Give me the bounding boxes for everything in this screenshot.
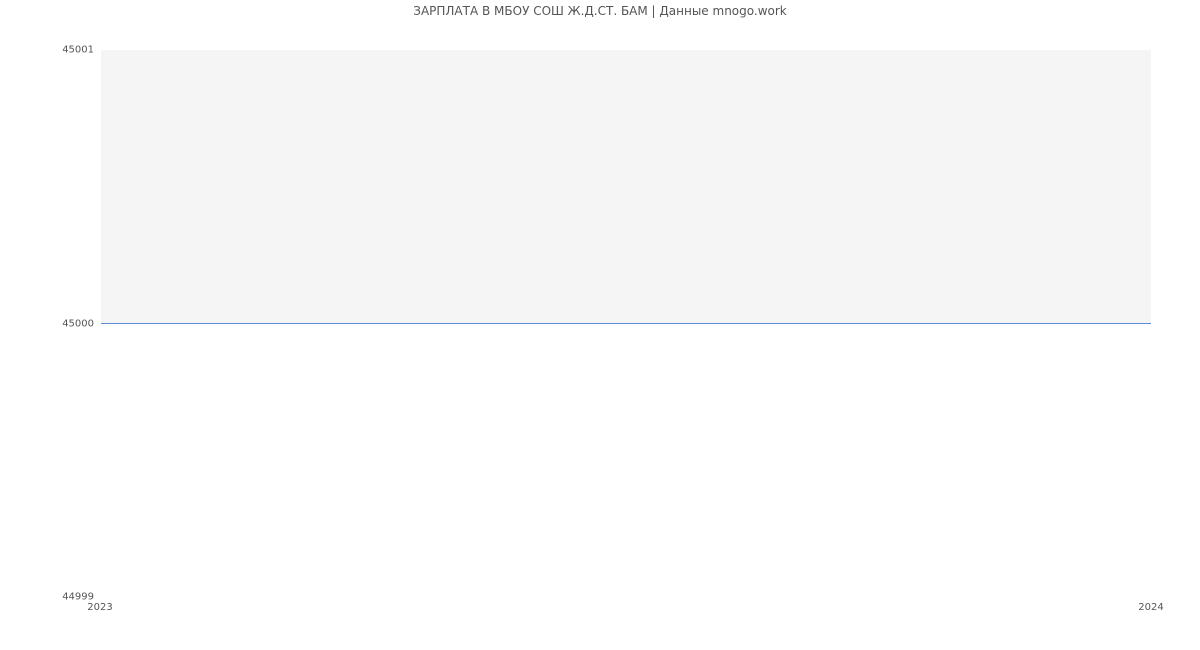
plot-area [100, 50, 1151, 597]
plot-bg-lower [101, 323, 1151, 596]
y-tick-label: 45001 [4, 45, 94, 56]
data-line-salary [101, 323, 1151, 324]
x-tick-label: 2024 [1138, 602, 1163, 613]
y-tick-label: 45000 [4, 318, 94, 329]
x-tick-label: 2023 [87, 602, 112, 613]
chart-container: ЗАРПЛАТА В МБОУ СОШ Ж.Д.СТ. БАМ | Данные… [0, 0, 1200, 650]
chart-title: ЗАРПЛАТА В МБОУ СОШ Ж.Д.СТ. БАМ | Данные… [0, 4, 1200, 18]
plot-bg-upper [101, 50, 1151, 323]
y-tick-label: 44999 [4, 592, 94, 603]
